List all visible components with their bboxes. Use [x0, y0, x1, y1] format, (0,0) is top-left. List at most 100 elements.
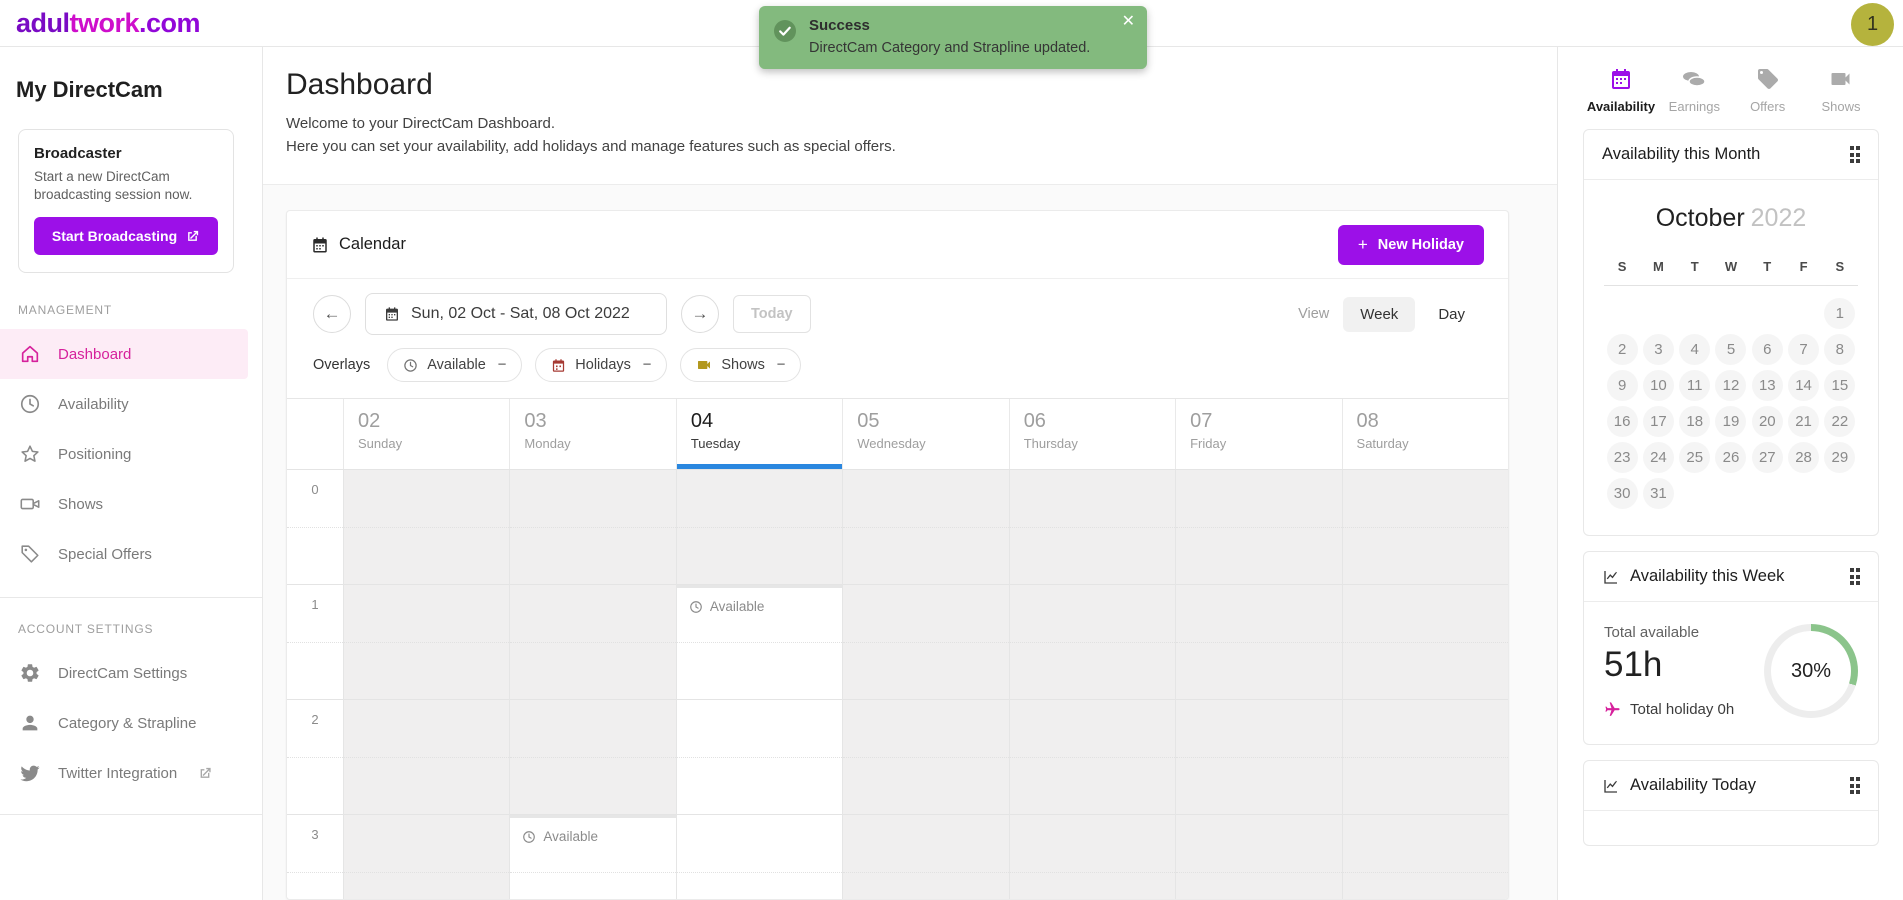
day-header-monday[interactable]: 03Monday — [509, 399, 675, 469]
day-column-sunday[interactable] — [343, 470, 509, 899]
day-column-saturday[interactable] — [1342, 470, 1508, 899]
previous-week-button[interactable]: ← — [313, 295, 351, 333]
sidebar-item-label: Twitter Integration — [58, 765, 177, 782]
view-option-week[interactable]: Week — [1343, 297, 1415, 332]
remove-overlay-icon: − — [498, 357, 506, 373]
availability-event[interactable]: Available — [510, 815, 675, 899]
mini-date[interactable]: 4 — [1679, 334, 1710, 365]
day-column-tuesday[interactable]: Available — [676, 470, 842, 899]
avatar[interactable]: 1 — [1851, 3, 1894, 46]
mini-date — [1788, 478, 1819, 509]
sidebar-item-label: Availability — [58, 396, 129, 413]
tab-earnings[interactable]: Earnings — [1658, 67, 1730, 114]
overlay-pill-holidays[interactable]: Holidays− — [535, 348, 667, 382]
mini-date[interactable]: 28 — [1788, 442, 1819, 473]
mini-date[interactable]: 22 — [1824, 406, 1855, 437]
view-label: View — [1298, 306, 1329, 322]
day-column-thursday[interactable] — [1009, 470, 1175, 899]
sidebar-item-positioning[interactable]: Positioning — [0, 429, 262, 479]
mini-date[interactable]: 24 — [1643, 442, 1674, 473]
sidebar-item-twitter-integration[interactable]: Twitter Integration — [0, 748, 262, 798]
day-header-wednesday[interactable]: 05Wednesday — [842, 399, 1008, 469]
avatar-label: 1 — [1867, 13, 1878, 36]
mini-date[interactable]: 15 — [1824, 370, 1855, 401]
sidebar-item-special-offers[interactable]: Special Offers — [0, 529, 262, 579]
availability-week-card: Availability this Week Total available 5… — [1583, 551, 1879, 745]
broadcaster-card-title: Broadcaster — [34, 145, 218, 162]
mini-date[interactable]: 26 — [1715, 442, 1746, 473]
drag-handle-icon[interactable] — [1850, 146, 1861, 163]
toast-title: Success — [809, 17, 1090, 34]
tab-shows[interactable]: Shows — [1805, 67, 1877, 114]
broadcaster-card: Broadcaster Start a new DirectCam broadc… — [18, 129, 234, 273]
sidebar-title: My DirectCam — [16, 77, 246, 103]
mini-date[interactable]: 12 — [1715, 370, 1746, 401]
drag-handle-icon[interactable] — [1850, 777, 1861, 794]
sidebar-item-dashboard[interactable]: Dashboard — [0, 329, 248, 379]
mini-date[interactable]: 11 — [1679, 370, 1710, 401]
mini-date[interactable]: 20 — [1752, 406, 1783, 437]
mini-date[interactable]: 7 — [1788, 334, 1819, 365]
mini-date[interactable]: 2 — [1607, 334, 1638, 365]
coins-icon — [1681, 67, 1707, 91]
mini-date[interactable]: 8 — [1824, 334, 1855, 365]
tab-availability[interactable]: Availability — [1585, 67, 1657, 114]
person-icon — [19, 712, 41, 734]
mini-date[interactable]: 14 — [1788, 370, 1819, 401]
sidebar-item-category-strapline[interactable]: Category & Strapline — [0, 698, 262, 748]
month-title: October2022 — [1604, 204, 1858, 233]
mini-date[interactable]: 23 — [1607, 442, 1638, 473]
mini-date[interactable]: 1 — [1824, 298, 1855, 329]
mini-date[interactable]: 21 — [1788, 406, 1819, 437]
total-available-value: 51h — [1604, 645, 1764, 685]
mini-date[interactable]: 6 — [1752, 334, 1783, 365]
availability-event[interactable]: Available — [677, 585, 842, 899]
drag-handle-icon[interactable] — [1850, 568, 1861, 585]
external-link-icon — [185, 229, 200, 244]
adultwork-logo[interactable]: adultwork.com — [16, 8, 200, 39]
day-header-friday[interactable]: 07Friday — [1175, 399, 1341, 469]
close-icon[interactable]: ✕ — [1122, 14, 1135, 30]
mini-date — [1679, 478, 1710, 509]
day-header-tuesday-selected[interactable]: 04Tuesday — [676, 399, 842, 469]
mini-date[interactable]: 25 — [1679, 442, 1710, 473]
day-column-friday[interactable] — [1175, 470, 1341, 899]
broadcaster-card-description: Start a new DirectCam broadcasting sessi… — [34, 168, 218, 204]
welcome-text: Welcome to your DirectCam Dashboard. Her… — [286, 112, 1557, 159]
today-button[interactable]: Today — [733, 295, 811, 333]
overlay-pill-available[interactable]: Available− — [387, 348, 522, 382]
day-column-monday[interactable]: Available — [509, 470, 675, 899]
new-holiday-button[interactable]: + New Holiday — [1338, 225, 1484, 265]
day-column-wednesday[interactable] — [842, 470, 1008, 899]
mini-date[interactable]: 9 — [1607, 370, 1638, 401]
overlay-pill-shows[interactable]: Shows− — [680, 348, 801, 382]
mini-date[interactable]: 29 — [1824, 442, 1855, 473]
day-header-thursday[interactable]: 06Thursday — [1009, 399, 1175, 469]
check-circle-icon — [773, 19, 797, 43]
mini-date[interactable]: 18 — [1679, 406, 1710, 437]
line-chart-icon — [1602, 568, 1620, 586]
sidebar-item-availability[interactable]: Availability — [0, 379, 262, 429]
mini-date[interactable]: 31 — [1643, 478, 1674, 509]
mini-date[interactable]: 30 — [1607, 478, 1638, 509]
mini-date[interactable]: 13 — [1752, 370, 1783, 401]
account-settings-section-header: ACCOUNT SETTINGS — [18, 622, 262, 636]
offers-icon — [1756, 67, 1780, 91]
mini-date[interactable]: 16 — [1607, 406, 1638, 437]
mini-date[interactable]: 27 — [1752, 442, 1783, 473]
mini-date[interactable]: 10 — [1643, 370, 1674, 401]
mini-date[interactable]: 3 — [1643, 334, 1674, 365]
day-header-saturday[interactable]: 08Saturday — [1342, 399, 1508, 469]
mini-date[interactable]: 17 — [1643, 406, 1674, 437]
sidebar-item-directcam-settings[interactable]: DirectCam Settings — [0, 648, 262, 698]
date-range-picker[interactable]: Sun, 02 Oct - Sat, 08 Oct 2022 — [365, 293, 667, 335]
tab-offers[interactable]: Offers — [1732, 67, 1804, 114]
start-broadcasting-button[interactable]: Start Broadcasting — [34, 217, 218, 255]
mini-month-grid: 1 2345678 9101112131415 16171819202122 2… — [1604, 298, 1858, 509]
view-option-day[interactable]: Day — [1421, 297, 1482, 332]
mini-date[interactable]: 19 — [1715, 406, 1746, 437]
next-week-button[interactable]: → — [681, 295, 719, 333]
mini-date[interactable]: 5 — [1715, 334, 1746, 365]
sidebar-item-shows[interactable]: Shows — [0, 479, 262, 529]
day-header-sunday[interactable]: 02Sunday — [343, 399, 509, 469]
